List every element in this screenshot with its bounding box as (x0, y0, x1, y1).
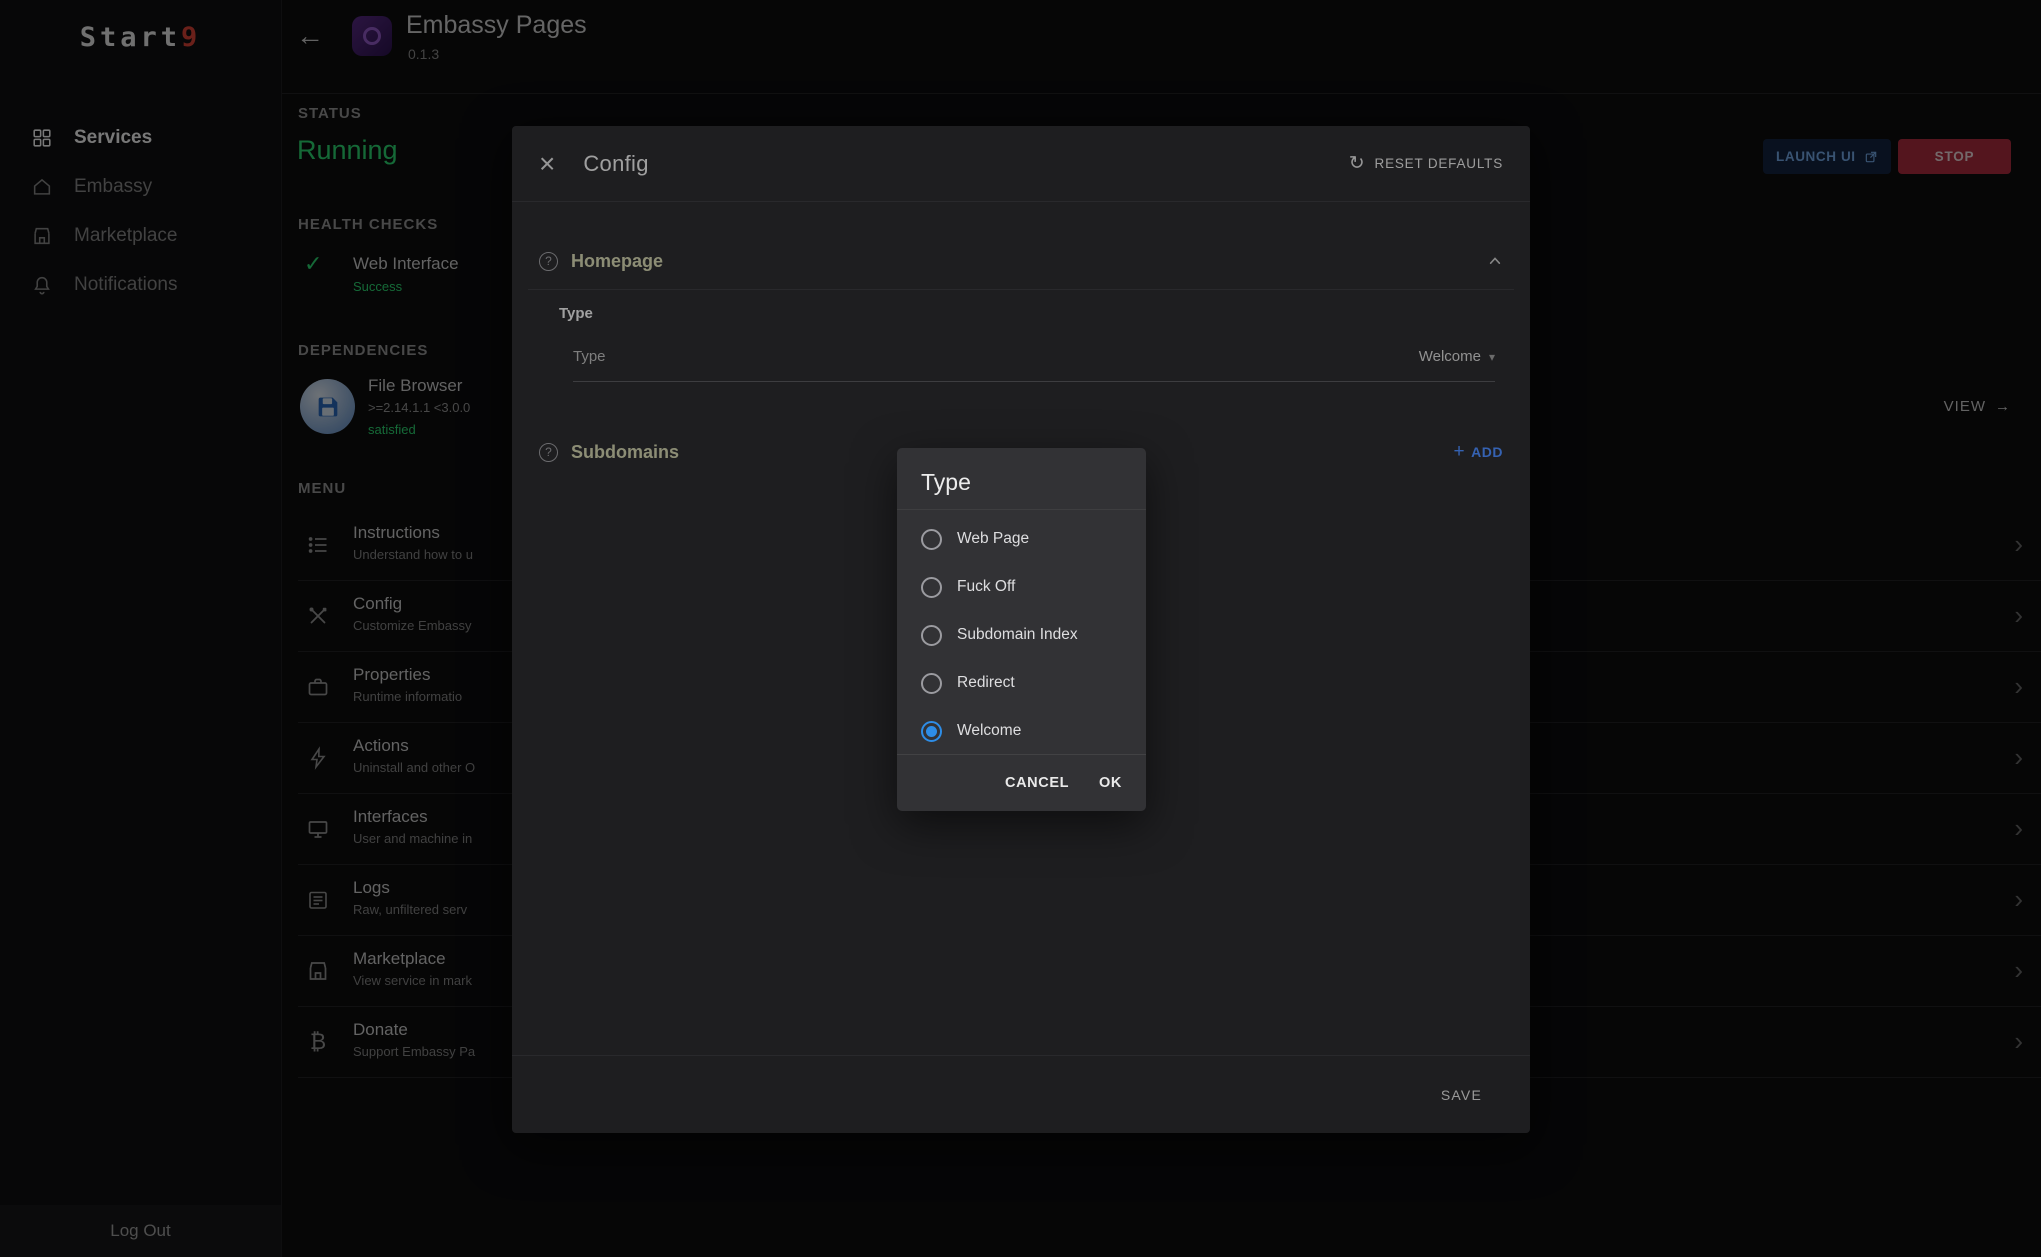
radio-icon (921, 577, 942, 598)
radio-option-welcome[interactable]: Welcome (897, 707, 1146, 755)
radio-option-subdomain-index[interactable]: Subdomain Index (897, 611, 1146, 659)
radio-option-fuck-off[interactable]: Fuck Off (897, 563, 1146, 611)
radio-option-web-page[interactable]: Web Page (897, 515, 1146, 563)
app-root: Start9 Services Embassy Marketplace (0, 0, 2041, 1257)
type-select-dialog: Type Web Page Fuck Off Subdomain Index R… (897, 448, 1146, 811)
radio-label: Fuck Off (957, 578, 1015, 596)
radio-label: Redirect (957, 674, 1015, 692)
cancel-button[interactable]: CANCEL (1005, 775, 1069, 791)
radio-icon (921, 673, 942, 694)
radio-icon (921, 625, 942, 646)
dialog-footer: CANCEL OK (897, 754, 1146, 811)
radio-icon (921, 529, 942, 550)
radio-label: Welcome (957, 722, 1021, 740)
radio-option-redirect[interactable]: Redirect (897, 659, 1146, 707)
radio-icon-selected (921, 721, 942, 742)
dialog-title: Type (897, 448, 1146, 510)
radio-group: Web Page Fuck Off Subdomain Index Redire… (897, 510, 1146, 755)
radio-label: Web Page (957, 530, 1029, 548)
ok-button[interactable]: OK (1099, 775, 1122, 791)
radio-label: Subdomain Index (957, 626, 1078, 644)
